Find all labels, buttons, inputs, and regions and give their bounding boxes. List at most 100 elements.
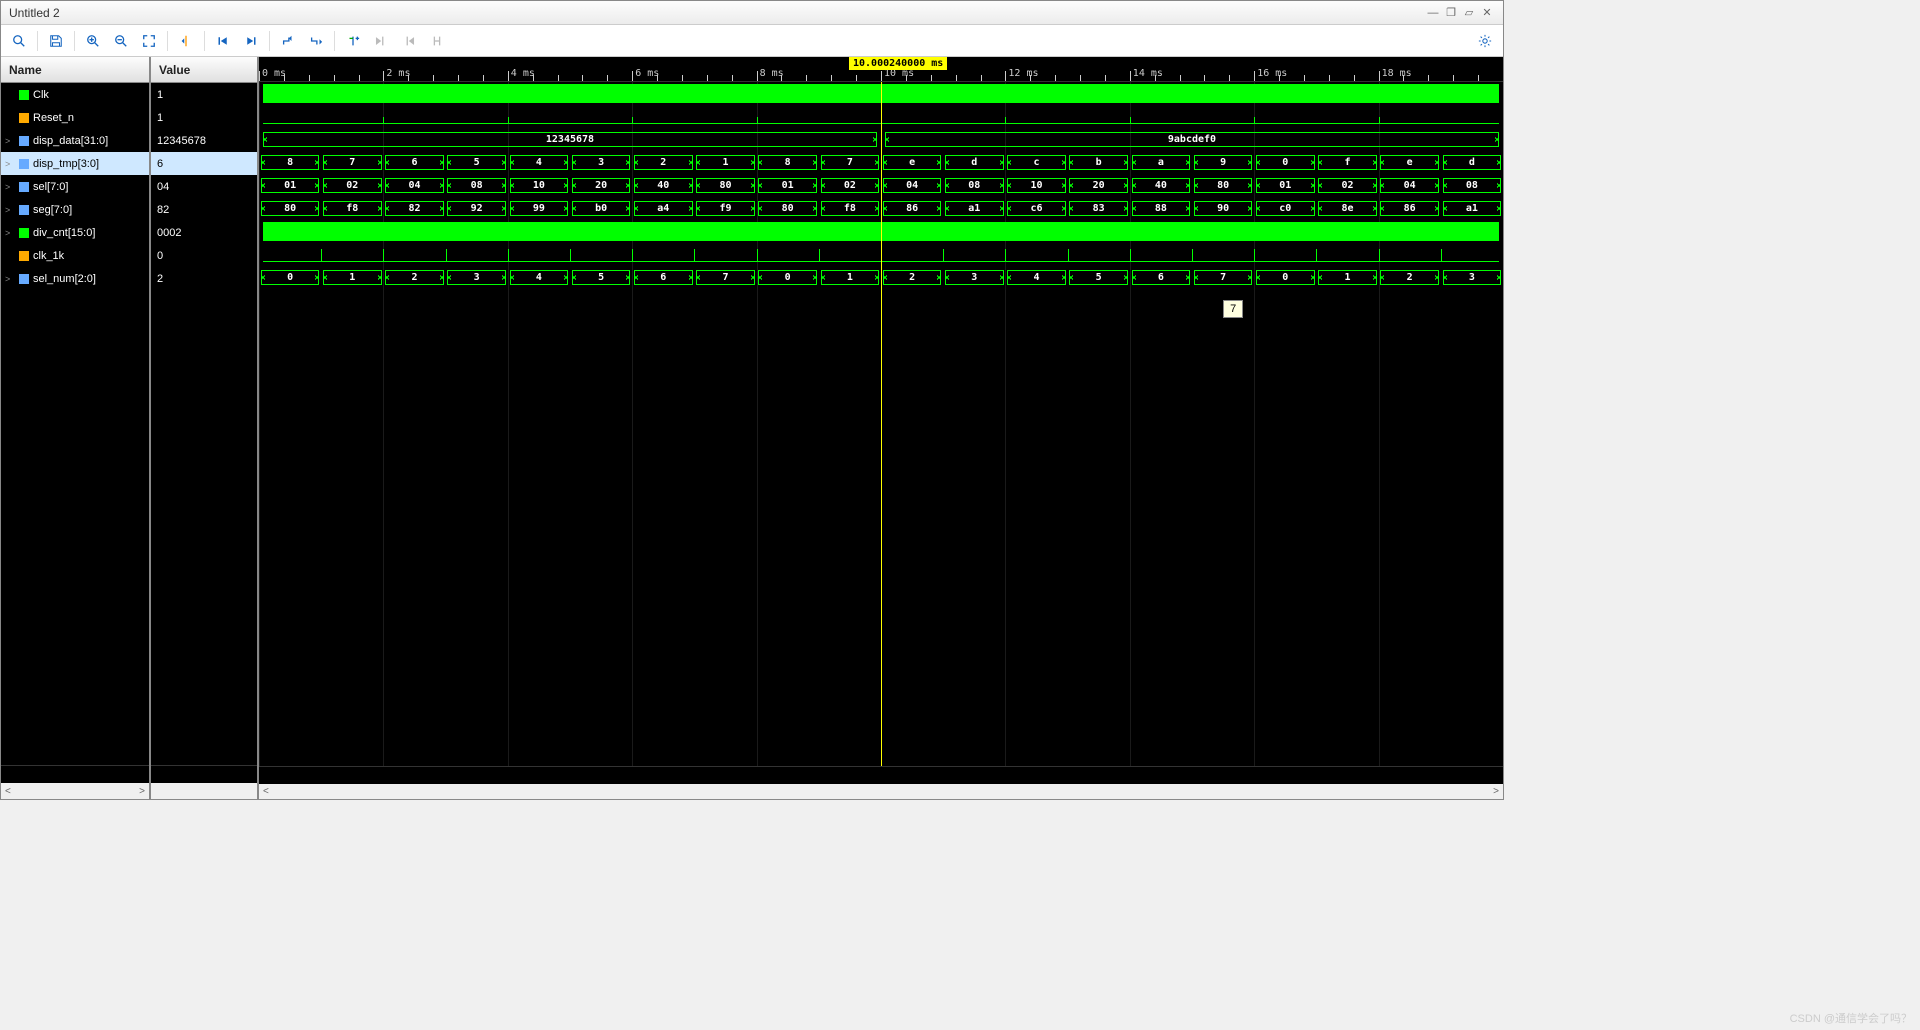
bus-segment: b [1069,155,1127,170]
expand-icon[interactable]: > [5,182,10,192]
bus-segment: f [1318,155,1376,170]
next-transition-icon[interactable] [302,27,330,55]
signal-row[interactable]: clk_1k [1,244,149,267]
bus-segment: 9abcdef0 [885,132,1500,147]
signal-row[interactable]: > disp_tmp[3:0] [1,152,149,175]
bus-segment: 6 [385,155,443,170]
add-marker-icon[interactable] [339,27,367,55]
bus-segment: 04 [883,178,941,193]
bus-segment: 04 [385,178,443,193]
bus-segment: 80 [261,201,319,216]
bus-segment: 80 [696,178,754,193]
signal-value: 0 [151,244,257,267]
bus-segment: c [1007,155,1065,170]
bus-segment: 02 [323,178,381,193]
wave-scrollbar[interactable]: <> [259,784,1503,799]
bus-segment: 12345678 [263,132,878,147]
expand-icon[interactable]: > [5,159,10,169]
bus-segment: 3 [572,155,630,170]
search-icon[interactable] [5,27,33,55]
bus-segment: 0 [261,270,319,285]
waveform-panel[interactable]: 10.000240000 ms 0 ms2 ms4 ms6 ms8 ms10 m… [259,57,1503,799]
names-scrollbar[interactable]: <> [1,783,149,799]
bus-segment: 40 [634,178,692,193]
settings-icon[interactable] [1471,27,1499,55]
signal-row[interactable]: >disp_data[31:0] [1,129,149,152]
signal-value: 2 [151,267,257,290]
bus-segment: 1 [323,270,381,285]
bus-segment: 2 [883,270,941,285]
zoom-fit-icon[interactable] [135,27,163,55]
zoom-out-icon[interactable] [107,27,135,55]
bus-segment: f9 [696,201,754,216]
close-button[interactable]: ✕ [1479,5,1495,21]
signal-type-icon [19,228,29,238]
signal-row[interactable]: Clk [1,83,149,106]
signal-name: div_cnt[15:0] [33,227,95,239]
signal-value: 1 [151,106,257,129]
bus-segment: 01 [1256,178,1314,193]
zoom-in-icon[interactable] [79,27,107,55]
bus-segment: 7 [821,155,879,170]
save-icon[interactable] [42,27,70,55]
ruler-tick-label: 14 ms [1133,68,1163,79]
ruler-tick-label: 18 ms [1382,68,1412,79]
restore-button[interactable]: ❐ [1443,5,1459,21]
ruler-tick-label: 8 ms [760,68,784,79]
bus-segment: e [1380,155,1438,170]
bus-segment: 7 [1194,270,1252,285]
names-panel: Name ClkReset_n>disp_data[31:0]>disp_tmp… [1,57,151,799]
go-last-icon[interactable] [237,27,265,55]
bus-segment: 3 [447,270,505,285]
bus-segment: 2 [385,270,443,285]
bus-segment: d [945,155,1003,170]
bus-segment: 6 [1132,270,1190,285]
signal-row[interactable]: Reset_n [1,106,149,129]
signal-row[interactable]: >seg[7:0] [1,198,149,221]
expand-icon[interactable]: > [5,205,10,215]
goto-cursor-icon[interactable] [172,27,200,55]
signal-row[interactable]: >sel[7:0] [1,175,149,198]
bus-segment: e [883,155,941,170]
bus-segment: f8 [323,201,381,216]
signal-row[interactable]: >sel_num[2:0] [1,267,149,290]
bus-segment: d [1443,155,1501,170]
signal-value: 04 [151,175,257,198]
time-ruler[interactable]: 10.000240000 ms 0 ms2 ms4 ms6 ms8 ms10 m… [259,57,1503,82]
bus-segment: 6 [634,270,692,285]
bus-segment: 02 [1318,178,1376,193]
ruler-tick-label: 12 ms [1008,68,1038,79]
expand-icon[interactable]: > [5,136,10,146]
bus-segment: 1 [821,270,879,285]
ruler-tick-label: 0 ms [262,68,286,79]
maximize-button[interactable]: ▱ [1461,5,1477,21]
swap-marker-icon[interactable] [423,27,451,55]
bus-segment: b0 [572,201,630,216]
names-header: Name [1,57,149,83]
go-first-icon[interactable] [209,27,237,55]
signal-value: 1 [151,83,257,106]
signal-row[interactable]: > div_cnt[15:0] [1,221,149,244]
bus-segment: c6 [1007,201,1065,216]
minimize-button[interactable]: — [1425,5,1441,21]
expand-icon[interactable]: > [5,274,10,284]
signal-type-icon [19,159,29,169]
bus-segment: 10 [1007,178,1065,193]
bus-segment: 40 [1132,178,1190,193]
expand-icon[interactable]: > [5,228,10,238]
bus-segment: 99 [510,201,568,216]
next-marker-icon[interactable] [395,27,423,55]
prev-marker-icon[interactable] [367,27,395,55]
cursor-line[interactable] [881,82,882,767]
bus-segment: 0 [1256,155,1314,170]
signal-name: disp_tmp[3:0] [33,158,99,170]
bus-segment: 02 [821,178,879,193]
prev-transition-icon[interactable] [274,27,302,55]
bus-segment: 01 [758,178,816,193]
bus-segment: 20 [572,178,630,193]
bus-segment: 83 [1069,201,1127,216]
bus-segment: 5 [572,270,630,285]
ruler-tick-label: 6 ms [635,68,659,79]
signal-type-icon [19,205,29,215]
bus-segment: 04 [1380,178,1438,193]
